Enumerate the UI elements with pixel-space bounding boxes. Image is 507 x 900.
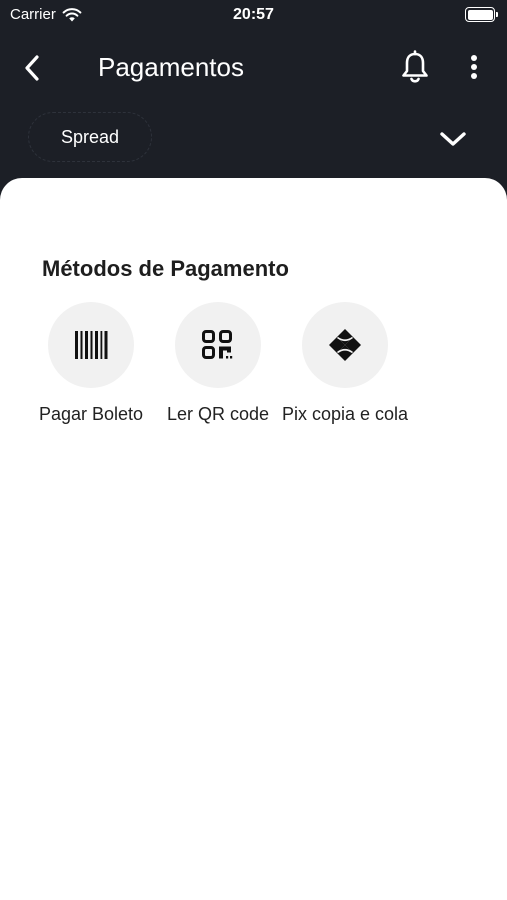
read-qr-code-button[interactable]: Ler QR code <box>148 302 288 425</box>
account-selector-label: Spread <box>60 126 120 147</box>
section-title: Métodos de Pagamento <box>42 256 289 281</box>
account-selector[interactable]: Spread <box>28 112 152 162</box>
back-button[interactable] <box>14 50 50 86</box>
content-sheet: Métodos de Pagamento Pagar Boleto Ler QR… <box>0 178 507 900</box>
more-options-button[interactable] <box>460 48 488 86</box>
barcode-icon <box>75 331 108 359</box>
pay-boleto-button[interactable]: Pagar Boleto <box>21 302 161 425</box>
pay-boleto-icon-circle <box>48 302 134 388</box>
expand-account-button[interactable] <box>432 120 474 158</box>
battery-icon <box>465 7 498 22</box>
bell-icon <box>402 50 428 83</box>
notifications-button[interactable] <box>396 48 434 86</box>
pix-copy-paste-icon-circle <box>302 302 388 388</box>
qr-code-icon <box>202 330 233 359</box>
more-vertical-icon <box>471 55 477 79</box>
back-arrow-icon <box>25 55 39 81</box>
navigation-header: Pagamentos <box>0 40 507 96</box>
pay-boleto-label: Pagar Boleto <box>38 404 144 424</box>
page-title: Pagamentos <box>98 52 244 82</box>
pix-copy-paste-label: Pix copia e cola <box>281 404 409 424</box>
chevron-down-icon <box>440 132 466 146</box>
status-bar: Carrier 20:57 <box>0 0 507 32</box>
read-qr-code-label: Ler QR code <box>166 404 270 424</box>
status-time: 20:57 <box>233 6 274 23</box>
pix-copy-paste-button[interactable]: Pix copia e cola <box>275 302 415 425</box>
read-qr-code-icon-circle <box>175 302 261 388</box>
pix-icon <box>329 329 361 361</box>
account-selector-row: Spread <box>0 108 507 166</box>
